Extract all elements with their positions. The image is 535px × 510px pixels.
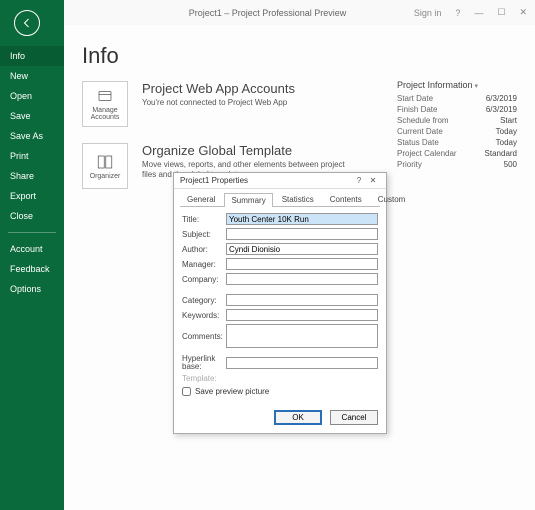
page-title: Info — [82, 43, 517, 69]
dialog-close-button[interactable]: ✕ — [366, 176, 380, 185]
nav-print[interactable]: Print — [0, 146, 64, 166]
hyperlink-input[interactable] — [226, 357, 378, 369]
nav-info[interactable]: Info — [0, 46, 64, 66]
title-label: Title: — [182, 215, 222, 224]
nav-export[interactable]: Export — [0, 186, 64, 206]
comments-label: Comments: — [182, 332, 222, 341]
tile-label: Organizer — [90, 173, 121, 180]
accounts-heading: Project Web App Accounts — [142, 81, 295, 96]
close-window-button[interactable]: ✕ — [519, 7, 527, 18]
dialog-tabs: General Summary Statistics Contents Cust… — [174, 189, 386, 206]
organizer-icon — [96, 153, 114, 171]
window-title: Project1 – Project Professional Preview — [189, 8, 347, 18]
nav-options[interactable]: Options — [0, 279, 64, 299]
nav-share[interactable]: Share — [0, 166, 64, 186]
accounts-desc: You're not connected to Project Web App — [142, 98, 295, 108]
hyperlink-label: Hyperlink base: — [182, 355, 222, 371]
project-info-panel: Project Information Start Date6/3/2019 F… — [397, 80, 517, 171]
keywords-label: Keywords: — [182, 311, 222, 320]
tab-summary[interactable]: Summary — [224, 193, 272, 207]
subject-input[interactable] — [226, 228, 378, 240]
tab-custom[interactable]: Custom — [371, 192, 413, 206]
manager-input[interactable] — [226, 258, 378, 270]
tab-general[interactable]: General — [180, 192, 222, 206]
pi-row: Schedule fromStart — [397, 116, 517, 125]
cancel-button[interactable]: Cancel — [330, 410, 378, 425]
nav-save[interactable]: Save — [0, 106, 64, 126]
nav-open[interactable]: Open — [0, 86, 64, 106]
help-button[interactable]: ? — [455, 8, 460, 18]
dialog-titlebar: Project1 Properties ? ✕ — [174, 173, 386, 189]
tab-statistics[interactable]: Statistics — [275, 192, 321, 206]
company-input[interactable] — [226, 273, 378, 285]
save-preview-checkbox[interactable]: Save preview picture — [182, 387, 378, 396]
project-info-heading[interactable]: Project Information — [397, 80, 517, 90]
comments-input[interactable] — [226, 324, 378, 348]
arrow-left-icon — [21, 17, 33, 29]
nav-save-as[interactable]: Save As — [0, 126, 64, 146]
ok-button[interactable]: OK — [274, 410, 322, 425]
organizer-heading: Organize Global Template — [142, 143, 352, 158]
signin-link[interactable]: Sign in — [414, 8, 442, 18]
keywords-input[interactable] — [226, 309, 378, 321]
nav-new[interactable]: New — [0, 66, 64, 86]
checkbox-input[interactable] — [182, 387, 191, 396]
subject-label: Subject: — [182, 230, 222, 239]
pi-row: Project CalendarStandard — [397, 149, 517, 158]
pi-row: Finish Date6/3/2019 — [397, 105, 517, 114]
back-button[interactable] — [14, 10, 40, 36]
author-label: Author: — [182, 245, 222, 254]
nav-separator — [8, 232, 56, 233]
minimize-button[interactable]: — — [474, 8, 483, 18]
checkbox-label: Save preview picture — [195, 387, 269, 396]
accounts-icon — [96, 87, 114, 105]
pi-row: Start Date6/3/2019 — [397, 94, 517, 103]
backstage-sidebar: Info New Open Save Save As Print Share E… — [0, 0, 64, 510]
nav-close[interactable]: Close — [0, 206, 64, 226]
author-input[interactable] — [226, 243, 378, 255]
nav-account[interactable]: Account — [0, 239, 64, 259]
properties-dialog: Project1 Properties ? ✕ General Summary … — [173, 172, 387, 434]
tile-label: Manage Accounts — [83, 107, 127, 121]
category-label: Category: — [182, 296, 222, 305]
manager-label: Manager: — [182, 260, 222, 269]
title-input[interactable] — [226, 213, 378, 225]
maximize-button[interactable]: ☐ — [497, 7, 505, 18]
tab-contents[interactable]: Contents — [323, 192, 369, 206]
manage-accounts-button[interactable]: Manage Accounts — [82, 81, 128, 127]
nav-feedback[interactable]: Feedback — [0, 259, 64, 279]
title-bar: Project1 – Project Professional Preview … — [0, 0, 535, 25]
pi-row: Current DateToday — [397, 127, 517, 136]
pi-row: Status DateToday — [397, 138, 517, 147]
dialog-body: Title: Subject: Author: Manager: Company… — [180, 206, 380, 404]
company-label: Company: — [182, 275, 222, 284]
pi-row: Priority500 — [397, 160, 517, 169]
dialog-title: Project1 Properties — [180, 176, 352, 185]
template-label: Template: — [182, 374, 222, 383]
category-input[interactable] — [226, 294, 378, 306]
organizer-button[interactable]: Organizer — [82, 143, 128, 189]
dialog-help-button[interactable]: ? — [352, 176, 366, 185]
